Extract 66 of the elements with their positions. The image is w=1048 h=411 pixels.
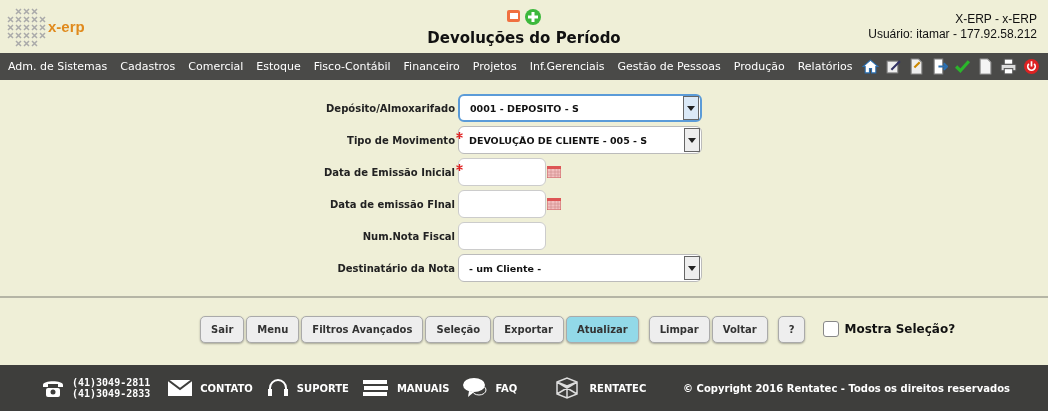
action-button[interactable]: Exportar [493, 315, 564, 343]
user-info: Usuário: itamar - 177.92.58.212 [867, 26, 1037, 42]
speech-bubbles-icon [463, 377, 488, 399]
checkbox-label: Mostra Seleção? [844, 322, 956, 336]
field-label: Depósito/Almoxarifado [326, 102, 455, 114]
field-label: Data de Emissão Inicial [324, 166, 455, 178]
action-button[interactable]: Voltar [711, 315, 768, 343]
footer-link[interactable]: SUPORTE [296, 382, 349, 394]
menu-item[interactable]: Estoque [256, 60, 301, 73]
footer-link[interactable]: RENTATEC [589, 382, 647, 394]
select-field[interactable]: 0001 - DEPOSITO - S [458, 94, 702, 122]
footer-link[interactable]: FAQ [495, 382, 518, 394]
system-name: X-ERP - x-ERP [954, 11, 1037, 27]
field-label: Destinatário da Nota [337, 262, 455, 274]
input-field[interactable] [458, 222, 546, 250]
export-icon[interactable] [931, 58, 948, 75]
action-button[interactable]: Filtros Avançados [301, 315, 424, 343]
menu-item[interactable]: Adm. de Sistemas [8, 60, 108, 73]
field-label: Num.Nota Fiscal [362, 230, 455, 242]
action-button[interactable]: Limpar [648, 315, 710, 343]
action-button[interactable]: Sair [200, 315, 245, 343]
menu-item[interactable]: Gestão de Pessoas [617, 60, 721, 73]
home-icon[interactable] [862, 58, 879, 75]
document-icon[interactable] [908, 58, 925, 75]
footer-link[interactable]: MANUAIS [396, 382, 450, 394]
menu-item[interactable]: Financeiro [403, 60, 460, 73]
dropdown-icon [688, 265, 696, 271]
check-icon[interactable] [954, 58, 971, 75]
logo-text: x-erp [48, 18, 85, 35]
phone-number: (41)3049-2833 [72, 388, 151, 399]
page-title: Devoluções do Período [427, 29, 621, 47]
headset-icon [266, 377, 289, 399]
date-field[interactable] [458, 190, 546, 218]
copyright-text: © Copyright 2016 Rentatec - Todos os direitos reservados [683, 382, 1010, 394]
dropdown-icon [688, 137, 696, 143]
page-icon[interactable] [977, 58, 994, 75]
telephone-icon [42, 378, 64, 398]
field-label: Data de emissão FInal [330, 198, 455, 210]
menu-item[interactable]: Relatórios [797, 60, 853, 73]
edit-icon[interactable] [885, 58, 902, 75]
action-button[interactable]: Menu [246, 315, 300, 343]
date-field[interactable] [458, 158, 546, 186]
add-icon[interactable] [524, 8, 542, 26]
field-label: Tipo de Movimento [347, 134, 455, 146]
printer-icon[interactable] [1000, 58, 1017, 75]
action-button[interactable]: Seleção [425, 315, 492, 343]
footer-link[interactable]: CONTATO [200, 382, 253, 394]
calendar-icon[interactable] [547, 198, 561, 210]
phone-number: (41)3049-2811 [72, 377, 151, 388]
envelope-icon [168, 380, 193, 396]
menu-item[interactable]: Projetos [472, 60, 517, 73]
checkbox[interactable] [823, 321, 840, 337]
menu-item[interactable]: Comercial [188, 60, 244, 73]
books-icon [362, 379, 389, 397]
dropdown-icon [687, 105, 695, 111]
select-field[interactable]: DEVOLUÇÃO DE CLIENTE - 005 - S [458, 126, 702, 154]
select-field[interactable]: - um Cliente - [458, 254, 702, 282]
menu-item[interactable]: Inf.Gerenciais [529, 60, 605, 73]
calendar-icon[interactable] [547, 166, 561, 178]
menu-item[interactable]: Cadastros [120, 60, 176, 73]
slides-icon[interactable] [506, 8, 522, 24]
action-button[interactable]: Atualizar [565, 315, 639, 343]
action-button[interactable]: ? [777, 315, 806, 343]
menu-item[interactable]: Produção [733, 60, 785, 73]
menu-item[interactable]: Fisco-Contábil [313, 60, 391, 73]
power-icon[interactable] [1023, 58, 1040, 75]
